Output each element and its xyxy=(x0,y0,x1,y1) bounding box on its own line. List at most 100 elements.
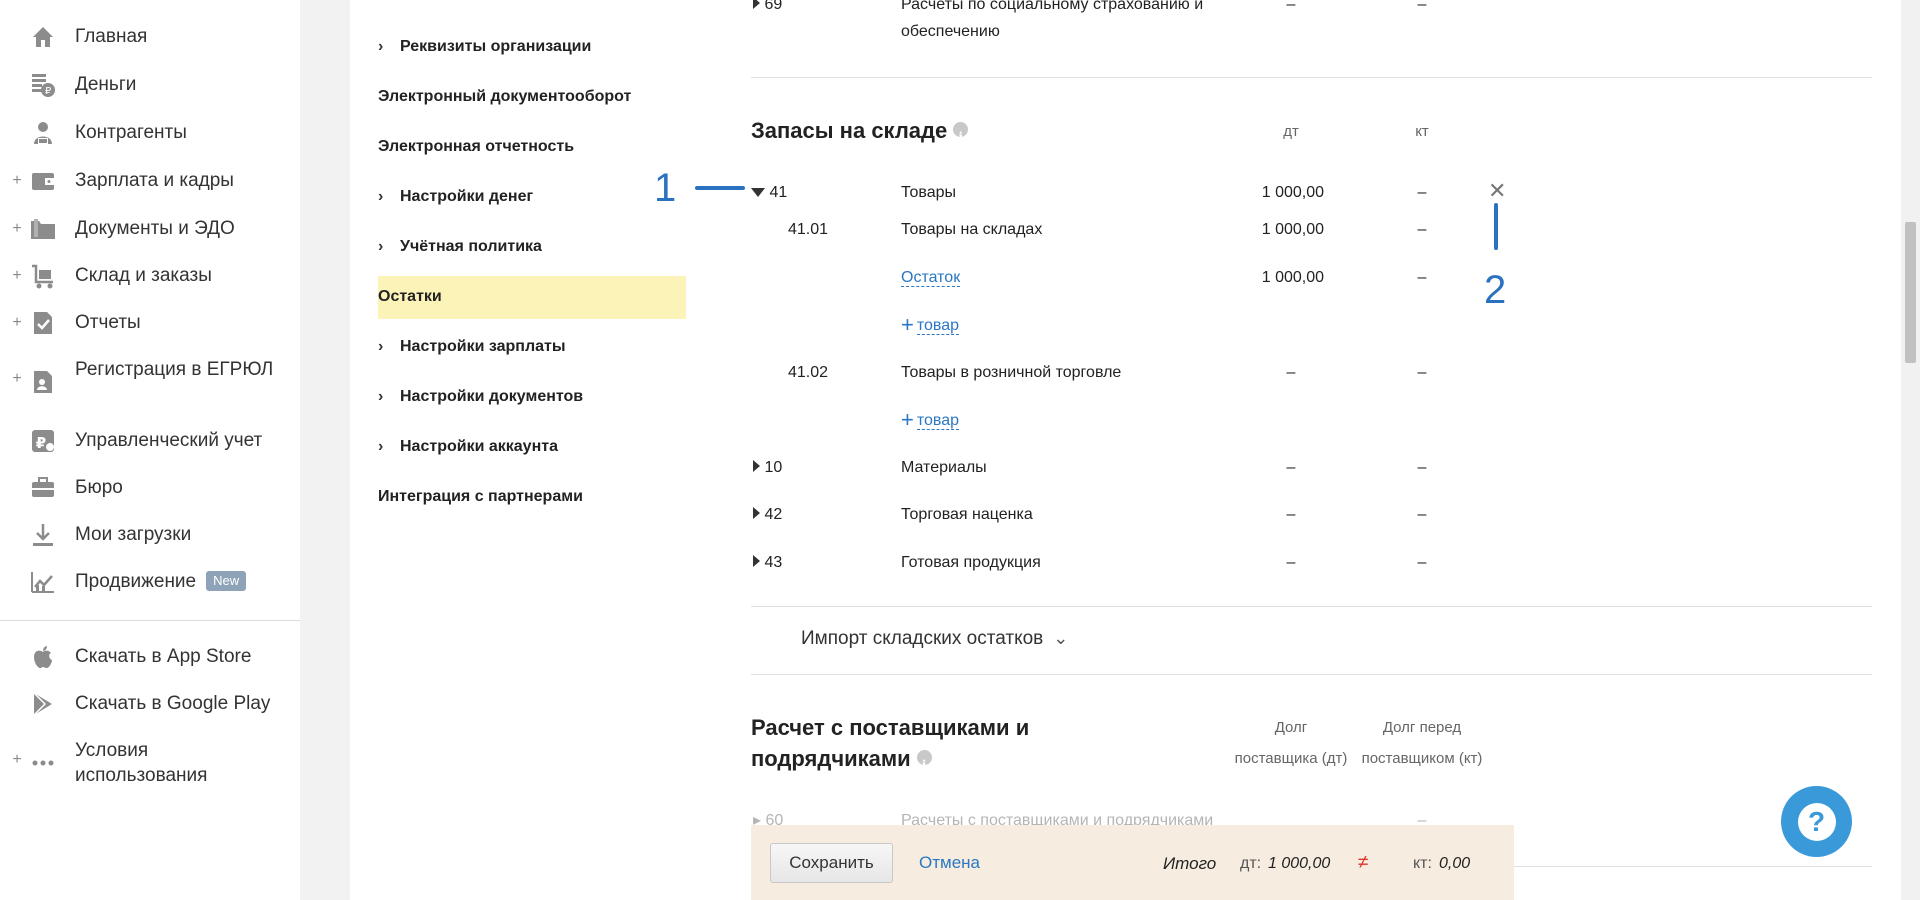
add-item-label[interactable]: товар xyxy=(916,317,960,335)
nav-item-google-play[interactable]: Скачать в Google Play xyxy=(0,691,300,716)
dt-value: – xyxy=(1286,364,1296,381)
cart-icon xyxy=(29,262,57,290)
submenu-item-partner-integration[interactable]: Интеграция с партнерами xyxy=(378,487,583,507)
submenu-label: Настройки документов xyxy=(400,388,584,405)
annotation-line-1 xyxy=(695,186,745,190)
expand-triangle-icon xyxy=(753,460,760,472)
import-stock-toggle[interactable]: Импорт складских остатков ⌄ xyxy=(801,628,1068,650)
nav-item-bureau[interactable]: Бюро xyxy=(0,475,300,500)
submenu-item-edo[interactable]: Электронный документооборот xyxy=(378,87,631,107)
nav-item-money[interactable]: ₽ Деньги xyxy=(0,72,300,97)
expand-plus-icon[interactable]: + xyxy=(11,172,23,190)
nav-gutter xyxy=(300,0,350,900)
submenu-label: Интеграция с партнерами xyxy=(378,488,583,505)
nav-label: Склад и заказы xyxy=(75,265,212,286)
account-code: 10 xyxy=(764,459,783,476)
nav-item-contractors[interactable]: Контрагенты xyxy=(0,120,300,145)
section-divider xyxy=(751,606,1872,607)
add-item-button[interactable]: + товар xyxy=(901,409,960,432)
account-code: 42 xyxy=(764,506,783,523)
submenu-item-accounting-policy[interactable]: › Учётная политика xyxy=(378,237,542,257)
expand-plus-icon[interactable]: + xyxy=(11,751,23,769)
account-name: Товары в розничной торговле xyxy=(901,364,1122,381)
add-item-button[interactable]: + товар xyxy=(901,312,960,337)
row-42-toggle[interactable]: 42 xyxy=(753,504,782,526)
submenu-item-balances[interactable]: Остатки xyxy=(378,287,442,307)
submenu-item-e-reporting[interactable]: Электронная отчетность xyxy=(378,137,574,157)
help-button[interactable]: ? xyxy=(1781,786,1852,857)
nav-item-terms[interactable]: + Условия использования xyxy=(0,738,300,788)
cancel-link[interactable]: Отмена xyxy=(919,853,980,873)
kt-value: – xyxy=(1417,506,1427,523)
submenu-item-account-settings[interactable]: › Настройки аккаунта xyxy=(378,437,558,457)
nav-item-warehouse[interactable]: + Склад и заказы xyxy=(0,263,300,288)
submenu-item-money-settings[interactable]: › Настройки денег xyxy=(378,187,533,207)
more-dots-icon xyxy=(29,749,57,777)
submenu-item-org-details[interactable]: › Реквизиты организации xyxy=(378,37,591,57)
nav-item-app-store[interactable]: Скачать в App Store xyxy=(0,644,300,669)
kt-value: – xyxy=(1417,221,1427,238)
remainder-link-text[interactable]: Остаток xyxy=(901,269,961,287)
kt-value: – xyxy=(1417,554,1427,571)
row-69-toggle[interactable]: 69 xyxy=(753,0,782,16)
nav-item-promotion[interactable]: Продвижение New xyxy=(0,569,300,594)
account-name: Расчеты по социальному страхованию и xyxy=(901,0,1204,13)
nav-item-registration[interactable]: + Регистрация в ЕГРЮЛ xyxy=(0,357,300,407)
apple-icon xyxy=(29,643,57,671)
money-icon: ₽ xyxy=(29,71,57,99)
nav-item-reports[interactable]: + Отчеты xyxy=(0,310,300,335)
nav-item-salary[interactable]: + Зарплата и кадры xyxy=(0,168,300,193)
row-43-toggle[interactable]: 43 xyxy=(753,552,782,574)
suppliers-title-line1: Расчет с поставщиками и xyxy=(751,715,1030,740)
save-button[interactable]: Сохранить xyxy=(770,843,893,883)
nav-item-management[interactable]: ₽ Управленческий учет xyxy=(0,428,300,453)
registration-icon xyxy=(29,368,57,396)
info-icon[interactable] xyxy=(916,749,932,781)
left-navigation: Главная ₽ Деньги Контрагенты + Зарплата … xyxy=(0,0,300,900)
expand-plus-icon[interactable]: + xyxy=(11,220,23,238)
account-code: 41.01 xyxy=(788,221,829,238)
nav-label: Документы и ЭДО xyxy=(75,218,235,239)
expand-plus-icon[interactable]: + xyxy=(11,267,23,285)
nav-label: Мои загрузки xyxy=(75,524,192,545)
submenu-item-salary-settings[interactable]: › Настройки зарплаты xyxy=(378,337,566,357)
scrollbar-thumb[interactable] xyxy=(1905,222,1916,363)
close-icon[interactable]: ✕ xyxy=(1488,180,1506,202)
total-label: Итого xyxy=(1163,854,1217,873)
page-scrollbar[interactable] xyxy=(1901,0,1920,900)
info-icon[interactable] xyxy=(953,121,969,153)
add-item-label[interactable]: товар xyxy=(916,412,960,430)
chevron-right-icon: › xyxy=(378,438,384,455)
account-code: 41.02 xyxy=(788,364,829,381)
account-name: Товары xyxy=(901,184,957,201)
stock-section-title: Запасы на складе xyxy=(751,115,969,153)
suppliers-title-line2: подрядчиками xyxy=(751,743,932,781)
total-kt-value: 0,00 xyxy=(1439,855,1471,872)
row-41-toggle[interactable]: 41 xyxy=(751,182,787,204)
remainder-link[interactable]: Остаток xyxy=(901,267,961,289)
nav-label: Контрагенты xyxy=(75,122,187,143)
account-code: 69 xyxy=(764,0,783,13)
submenu-label: Электронная отчетность xyxy=(378,138,575,155)
expand-triangle-icon xyxy=(753,0,760,9)
collapse-triangle-icon xyxy=(751,188,765,197)
nav-item-downloads[interactable]: Мои загрузки xyxy=(0,522,300,547)
nav-item-home[interactable]: Главная xyxy=(0,24,300,49)
expand-plus-icon[interactable]: + xyxy=(11,370,23,388)
kt-value: – xyxy=(1417,459,1427,476)
chevron-right-icon: › xyxy=(378,188,384,205)
nav-label: Бюро xyxy=(75,477,123,498)
nav-label: Управленческий учет xyxy=(75,430,263,451)
dt-value: 1 000,00 xyxy=(1261,184,1324,201)
expand-plus-icon[interactable]: + xyxy=(11,314,23,332)
total-dt-value: 1 000,00 xyxy=(1268,855,1331,872)
nav-item-documents[interactable]: + Документы и ЭДО xyxy=(0,216,300,241)
plus-icon: + xyxy=(901,312,914,337)
question-icon: ? xyxy=(1797,802,1836,841)
contractors-icon xyxy=(29,119,57,147)
submenu-label: Настройки аккаунта xyxy=(400,438,558,455)
submenu-item-document-settings[interactable]: › Настройки документов xyxy=(378,387,583,407)
nav-divider xyxy=(0,620,300,621)
row-10-toggle[interactable]: 10 xyxy=(753,457,782,479)
report-check-icon xyxy=(29,309,57,337)
